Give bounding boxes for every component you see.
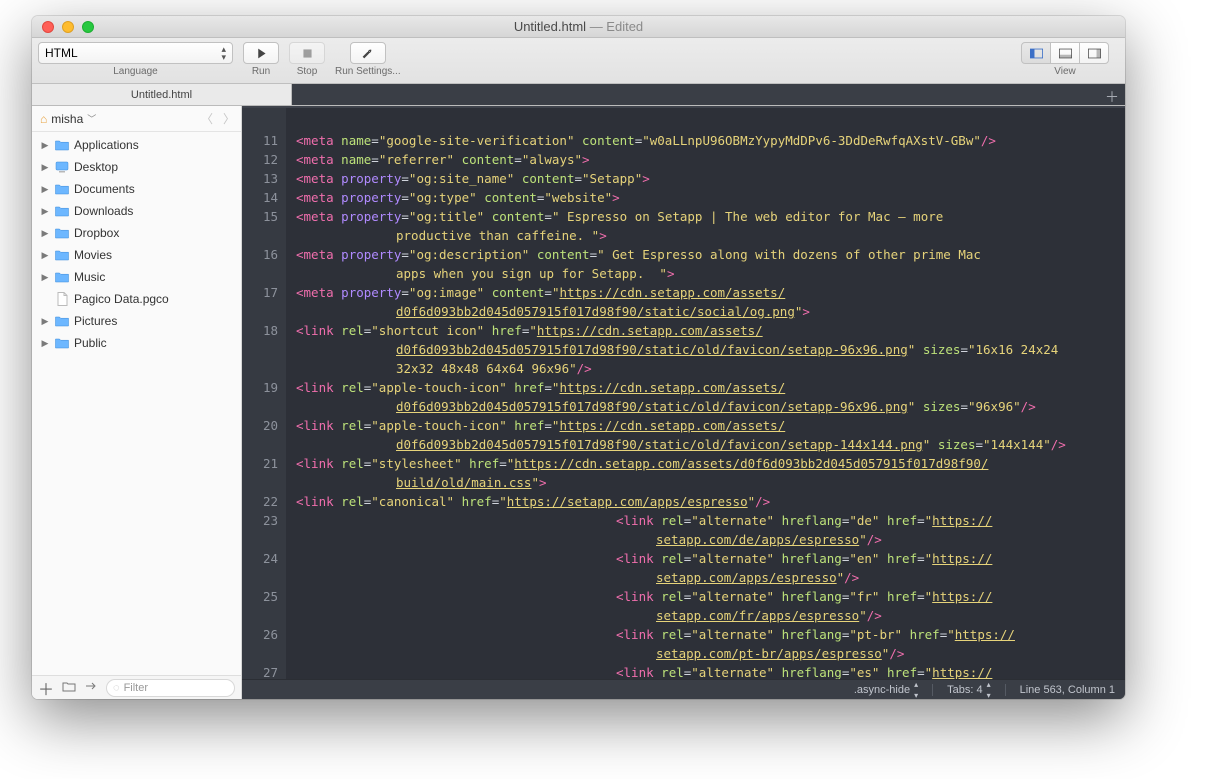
folder-icon xyxy=(54,313,70,329)
run-button[interactable] xyxy=(243,42,279,64)
folder-icon xyxy=(54,225,70,241)
view-right-panel-button[interactable] xyxy=(1079,42,1109,64)
window-title: Untitled.html — Edited xyxy=(32,19,1125,34)
disclosure-triangle-icon[interactable]: ▶ xyxy=(40,272,50,283)
nav-back-button[interactable]: 〈 xyxy=(201,110,213,127)
tabbar: Untitled.html ＋ xyxy=(32,84,1125,106)
play-icon xyxy=(255,47,268,60)
close-window-button[interactable] xyxy=(42,21,54,33)
minimize-window-button[interactable] xyxy=(62,21,74,33)
disclosure-triangle-icon[interactable]: ▶ xyxy=(40,228,50,239)
code-content[interactable]: <meta name="google-site-verification" co… xyxy=(286,108,1125,679)
updown-icon: ▴▾ xyxy=(221,45,226,61)
status-tabs[interactable]: Tabs: 4▴▾ xyxy=(947,681,990,699)
panel-right-icon xyxy=(1088,47,1101,60)
editor: 1112131415161718192021222324252627 <meta… xyxy=(242,106,1125,699)
folder-icon xyxy=(54,247,70,263)
folder-item[interactable]: ▶ Documents xyxy=(32,178,241,200)
folder-item[interactable]: ▶ Desktop xyxy=(32,156,241,178)
item-label: Movies xyxy=(74,248,112,262)
item-label: Dropbox xyxy=(74,226,119,240)
desktop-icon xyxy=(54,159,70,175)
disclosure-triangle-icon[interactable]: ▶ xyxy=(40,338,50,349)
wrench-icon xyxy=(361,47,374,60)
filter-icon: ◌ xyxy=(113,682,120,694)
sidebar-footer: ＋ ◌ Filter xyxy=(32,675,241,699)
toolbar: HTML ▴▾ Language Run Stop Run Settings..… xyxy=(32,38,1125,84)
folder-item[interactable]: ▶ Public xyxy=(32,332,241,354)
folder-item[interactable]: ▶ Music xyxy=(32,266,241,288)
item-label: Public xyxy=(74,336,107,350)
disclosure-triangle-icon[interactable]: ▶ xyxy=(40,316,50,327)
new-tab-button[interactable]: ＋ xyxy=(1105,87,1119,107)
status-scope[interactable]: .async-hide▴▾ xyxy=(854,681,918,699)
view-segmented xyxy=(1021,42,1109,64)
file-tab[interactable]: Untitled.html xyxy=(32,84,292,105)
folder-item[interactable]: ▶ Movies xyxy=(32,244,241,266)
folder-outline-icon xyxy=(62,680,76,692)
item-label: Downloads xyxy=(74,204,133,218)
panel-bottom-icon xyxy=(1059,47,1072,60)
item-label: Desktop xyxy=(74,160,118,174)
view-bottom-panel-button[interactable] xyxy=(1050,42,1080,64)
stop-icon xyxy=(301,47,314,60)
traffic-lights xyxy=(32,21,94,33)
folder-item[interactable]: ▶ Dropbox xyxy=(32,222,241,244)
panel-left-icon xyxy=(1030,47,1043,60)
folder-icon xyxy=(54,335,70,351)
item-label: Pagico Data.pgco xyxy=(74,292,169,306)
language-select[interactable]: HTML ▴▾ xyxy=(38,42,233,64)
folder-icon xyxy=(54,137,70,153)
disclosure-triangle-icon[interactable]: ▶ xyxy=(40,184,50,195)
titlebar[interactable]: Untitled.html — Edited xyxy=(32,16,1125,38)
breadcrumb[interactable]: ⌂ misha ﹀ 〈 〉 xyxy=(32,106,241,132)
file-item[interactable]: Pagico Data.pgco xyxy=(32,288,241,310)
disclosure-triangle-icon[interactable]: ▶ xyxy=(40,206,50,217)
view-left-panel-button[interactable] xyxy=(1021,42,1051,64)
tab-strip: ＋ xyxy=(292,84,1125,105)
item-label: Applications xyxy=(74,138,139,152)
app-window: Untitled.html — Edited HTML ▴▾ Language … xyxy=(32,16,1125,699)
maximize-window-button[interactable] xyxy=(82,21,94,33)
item-label: Documents xyxy=(74,182,135,196)
item-label: Music xyxy=(74,270,105,284)
chevron-down-icon: ﹀ xyxy=(87,112,96,125)
stop-button[interactable] xyxy=(289,42,325,64)
new-folder-button[interactable] xyxy=(62,679,76,697)
arrow-icon xyxy=(84,680,98,692)
folder-item[interactable]: ▶ Applications xyxy=(32,134,241,156)
statusbar: .async-hide▴▾ Tabs: 4▴▾ Line 563, Column… xyxy=(242,679,1125,699)
item-label: Pictures xyxy=(74,314,117,328)
disclosure-triangle-icon[interactable]: ▶ xyxy=(40,140,50,151)
folder-icon xyxy=(54,269,70,285)
nav-forward-button[interactable]: 〉 xyxy=(223,110,235,127)
line-gutter[interactable]: 1112131415161718192021222324252627 xyxy=(242,108,286,679)
folder-icon xyxy=(54,203,70,219)
action-button[interactable] xyxy=(84,679,98,697)
status-position: Line 563, Column 1 xyxy=(1020,684,1115,696)
disclosure-triangle-icon[interactable]: ▶ xyxy=(40,162,50,173)
folder-item[interactable]: ▶ Downloads xyxy=(32,200,241,222)
filter-input[interactable]: ◌ Filter xyxy=(106,679,235,697)
run-settings-button[interactable] xyxy=(350,42,386,64)
sidebar: ⌂ misha ﹀ 〈 〉 ▶ Applications ▶ Desktop ▶ Docu… xyxy=(32,106,242,699)
folder-icon xyxy=(54,181,70,197)
disclosure-triangle-icon[interactable]: ▶ xyxy=(40,250,50,261)
add-button[interactable]: ＋ xyxy=(38,676,54,700)
home-icon: ⌂ xyxy=(40,112,47,126)
file-tree: ▶ Applications ▶ Desktop ▶ Documents ▶ Download… xyxy=(32,132,241,675)
file-icon xyxy=(54,291,70,307)
folder-item[interactable]: ▶ Pictures xyxy=(32,310,241,332)
